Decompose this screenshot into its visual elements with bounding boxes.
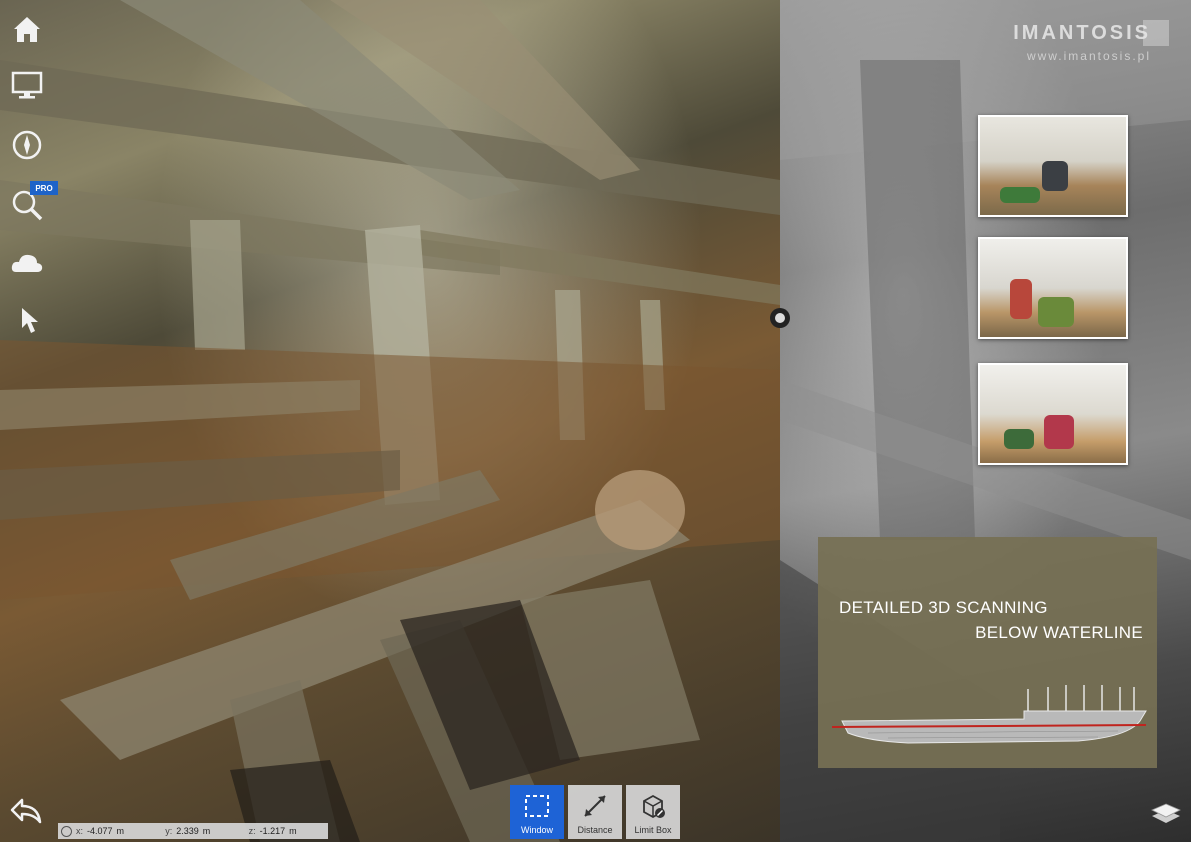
pointer-icon (22, 308, 38, 333)
ship-hull-diagram (831, 685, 1147, 744)
coord-z-label: z: (248, 826, 256, 836)
layers-button[interactable] (1148, 796, 1184, 830)
coord-z: z: -1.217 m (249, 826, 328, 836)
window-label: Window (520, 825, 553, 835)
layers-icon (1151, 803, 1181, 823)
display-button[interactable] (8, 66, 46, 104)
photo-person (1042, 161, 1068, 191)
imantosis-logo: IMANTOSIS www.imantosis.pl (1013, 20, 1169, 63)
back-button[interactable] (8, 796, 44, 828)
coord-y-value: 2.339 (176, 826, 199, 836)
measure-toolbar: Window Distance Limit Box (510, 785, 680, 839)
coord-y-label: y: (165, 826, 173, 836)
window-select-button[interactable]: Window (510, 785, 564, 839)
scan-photo-2[interactable] (978, 237, 1128, 339)
distance-arrow-icon (584, 795, 606, 817)
limit-box-icon (643, 794, 665, 819)
scan-photo-3[interactable] (978, 363, 1128, 465)
logo-text: IMANTOSIS (1013, 22, 1151, 44)
coordinate-readout: x: -4.077 m y: 2.339 m z: -1.217 m (58, 823, 328, 839)
navigation-button[interactable] (8, 126, 46, 164)
cloud-button[interactable] (8, 244, 46, 282)
back-arrow-icon (10, 798, 42, 824)
monitor-icon (11, 71, 43, 99)
coord-x-value: -4.077 (86, 826, 113, 836)
photo-person (1044, 415, 1074, 449)
limit-box-button[interactable]: Limit Box (626, 785, 680, 839)
home-button[interactable] (8, 10, 46, 48)
photo-person (1010, 279, 1032, 319)
limit-box-label: Limit Box (634, 825, 672, 835)
info-heading-line-1: DETAILED 3D SCANNING (839, 598, 1048, 617)
photo-object (1038, 297, 1074, 327)
home-icon (14, 17, 40, 42)
compass-icon (12, 130, 42, 160)
pro-badge: PRO (30, 181, 58, 195)
info-heading-line-2: BELOW WATERLINE (975, 623, 1143, 642)
coord-y-unit: m (202, 826, 211, 836)
coord-y: y: 2.339 m (165, 826, 248, 836)
coord-x-unit: m (116, 826, 124, 836)
scan-photo-1[interactable] (978, 115, 1128, 217)
info-panel: DETAILED 3D SCANNING BELOW WATERLINE (818, 537, 1157, 768)
photo-object (1004, 429, 1034, 449)
photo-object (1000, 187, 1040, 203)
crosshair-icon (61, 825, 72, 837)
cloud-icon (11, 254, 43, 272)
pointer-button[interactable] (8, 302, 46, 340)
dashed-selection-icon (525, 795, 549, 817)
distance-button[interactable]: Distance (568, 785, 622, 839)
logo-url: www.imantosis.pl (1026, 49, 1151, 63)
coord-z-unit: m (289, 826, 297, 836)
coord-x: x: -4.077 m (76, 826, 165, 836)
coord-x-label: x: (75, 826, 83, 836)
coord-z-value: -1.217 (259, 826, 286, 836)
distance-label: Distance (577, 825, 613, 835)
